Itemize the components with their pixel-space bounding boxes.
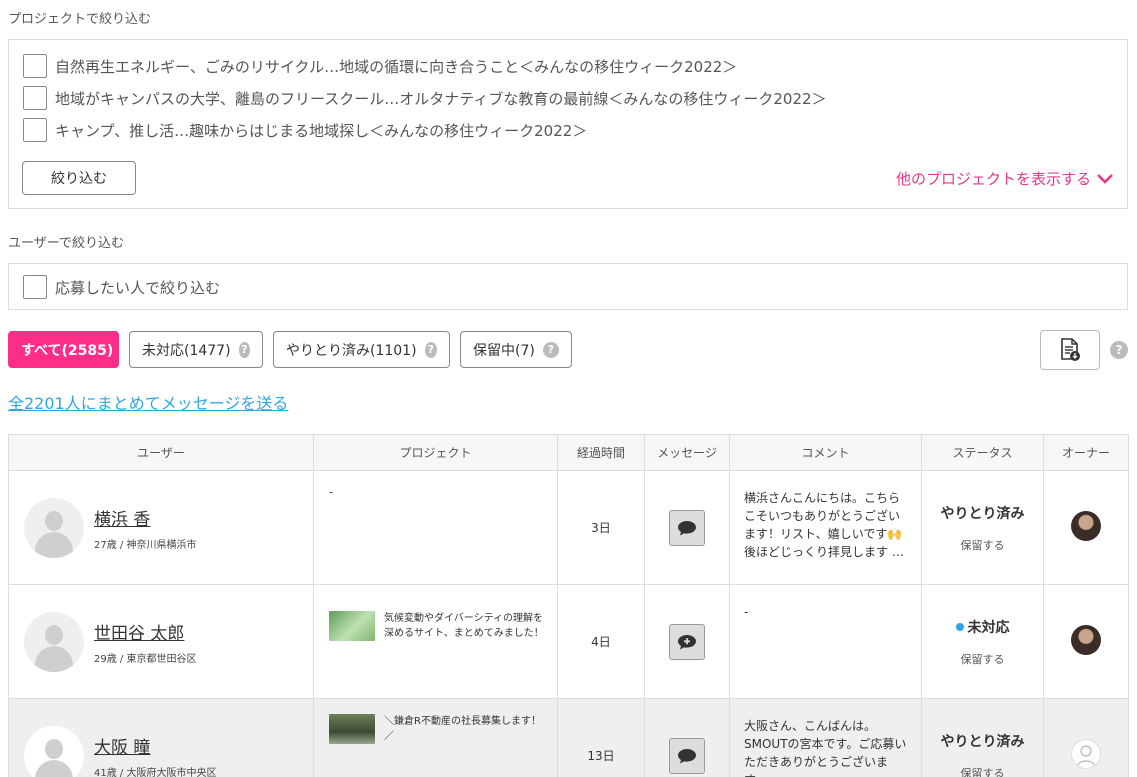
- table-row: 大阪 瞳 41歳 / 大阪府大阪市中央区 ＼鎌倉R不動産の社長募集します！／ 1…: [8, 698, 1129, 777]
- help-icon[interactable]: ?: [1110, 341, 1128, 359]
- project-title-link[interactable]: ＼鎌倉R不動産の社長募集します！／: [384, 714, 544, 744]
- table-row: 世田谷 太郎 29歳 / 東京都世田谷区 気候変動やダイバーシティの理解を深める…: [8, 584, 1129, 699]
- header-status: ステータス: [921, 434, 1044, 471]
- header-owner: オーナー: [1043, 434, 1129, 471]
- tab-unhandled[interactable]: 未対応(1477)?: [129, 331, 263, 368]
- applicants-table: ユーザー プロジェクト 経過時間 メッセージ コメント ステータス オーナー 横…: [8, 434, 1129, 777]
- chat-bubble-plus-icon: [678, 634, 696, 649]
- project-title-link[interactable]: 気候変動やダイバーシティの理解を深めるサイト、まとめてみました！: [384, 611, 544, 641]
- tab-on-hold[interactable]: 保留中(7)?: [460, 331, 572, 368]
- user-meta: 27歳 / 神奈川県横浜市: [94, 539, 197, 551]
- project-thumbnail[interactable]: [329, 714, 375, 744]
- comment-text: 大阪さん、こんばんは。SMOUTの宮本です。ご応募いただきありがとうございます。: [744, 719, 907, 777]
- table-row: 横浜 香 27歳 / 神奈川県横浜市 - 3日 横浜さんこんにちは。こちらこそい…: [8, 470, 1129, 585]
- chevron-down-icon: [1097, 173, 1113, 184]
- document-download-icon: [1061, 338, 1080, 361]
- message-button[interactable]: [669, 623, 705, 660]
- comment-text: -: [744, 605, 749, 619]
- header-project: プロジェクト: [313, 434, 558, 471]
- unread-dot-icon: [955, 622, 964, 631]
- download-csv-button[interactable]: [1040, 330, 1100, 370]
- owner-avatar[interactable]: [1071, 625, 1101, 655]
- show-more-projects-link[interactable]: 他のプロジェクトを表示する: [896, 168, 1113, 189]
- tab-exchanged[interactable]: やりとり済み(1101)?: [273, 331, 450, 368]
- hold-link[interactable]: 保留する: [923, 765, 1043, 777]
- status-label: やりとり済み: [940, 733, 1025, 750]
- applicant-filter-option[interactable]: 応募したい人で絞り込む: [23, 275, 220, 299]
- checkbox[interactable]: [23, 275, 47, 299]
- comment-text: 横浜さんこんにちは。こちらこそいつもありがとうございます！リスト、嬉しいです🙌後…: [744, 491, 904, 559]
- filter-button[interactable]: 絞り込む: [22, 161, 136, 195]
- avatar[interactable]: [24, 725, 84, 777]
- status-label: やりとり済み: [940, 505, 1025, 522]
- chat-bubble-icon: [678, 748, 696, 763]
- user-filter-box: 応募したい人で絞り込む: [8, 263, 1128, 310]
- message-button[interactable]: [669, 509, 705, 546]
- hold-link[interactable]: 保留する: [923, 537, 1043, 553]
- tab-all[interactable]: すべて(2585): [8, 331, 119, 368]
- user-name-link[interactable]: 大阪 瞳: [94, 733, 216, 758]
- status-label: 未対応: [923, 617, 1043, 637]
- help-icon[interactable]: ?: [424, 341, 437, 358]
- project-filter-label: プロジェクトで絞り込む: [8, 12, 152, 27]
- user-name-link[interactable]: 世田谷 太郎: [94, 619, 196, 644]
- hold-link[interactable]: 保留する: [923, 651, 1043, 667]
- elapsed-time: 13日: [557, 698, 645, 777]
- user-meta: 41歳 / 大阪府大阪市中央区: [94, 767, 217, 777]
- owner-avatar[interactable]: [1071, 511, 1101, 541]
- avatar[interactable]: [24, 611, 84, 672]
- message-button[interactable]: [669, 737, 705, 774]
- header-user: ユーザー: [8, 434, 314, 471]
- help-icon[interactable]: ?: [542, 341, 559, 358]
- project-thumbnail[interactable]: [329, 611, 375, 641]
- elapsed-time: 4日: [557, 584, 645, 699]
- project-option-3[interactable]: キャンプ、推し活…趣味からはじまる地域探し＜みんなの移住ウィーク2022＞: [23, 118, 587, 142]
- user-filter-label: ユーザーで絞り込む: [8, 236, 124, 251]
- project-option-1[interactable]: 自然再生エネルギー、ごみのリサイクル…地域の循環に向き合うこと＜みんなの移住ウィ…: [23, 54, 737, 78]
- elapsed-time: 3日: [557, 470, 645, 585]
- user-name-link[interactable]: 横浜 香: [94, 505, 196, 530]
- project-option-2[interactable]: 地域がキャンパスの大学、離島のフリースクール…オルタナティブな教育の最前線＜みん…: [23, 86, 827, 110]
- checkbox[interactable]: [23, 54, 47, 78]
- help-icon[interactable]: ?: [238, 341, 250, 358]
- user-sketch-icon: [1076, 745, 1096, 768]
- checkbox[interactable]: [23, 86, 47, 110]
- header-elapsed: 経過時間: [557, 434, 645, 471]
- bulk-message-link[interactable]: 全2201人にまとめてメッセージを送る: [8, 390, 288, 414]
- project-empty: -: [329, 485, 334, 499]
- header-comment: コメント: [729, 434, 922, 471]
- chat-bubble-icon: [678, 520, 696, 535]
- owner-avatar[interactable]: [1071, 739, 1101, 769]
- avatar[interactable]: [24, 497, 84, 558]
- project-filter-box: 自然再生エネルギー、ごみのリサイクル…地域の循環に向き合うこと＜みんなの移住ウィ…: [8, 39, 1128, 209]
- header-message: メッセージ: [644, 434, 730, 471]
- user-meta: 29歳 / 東京都世田谷区: [94, 653, 197, 665]
- checkbox[interactable]: [23, 118, 47, 142]
